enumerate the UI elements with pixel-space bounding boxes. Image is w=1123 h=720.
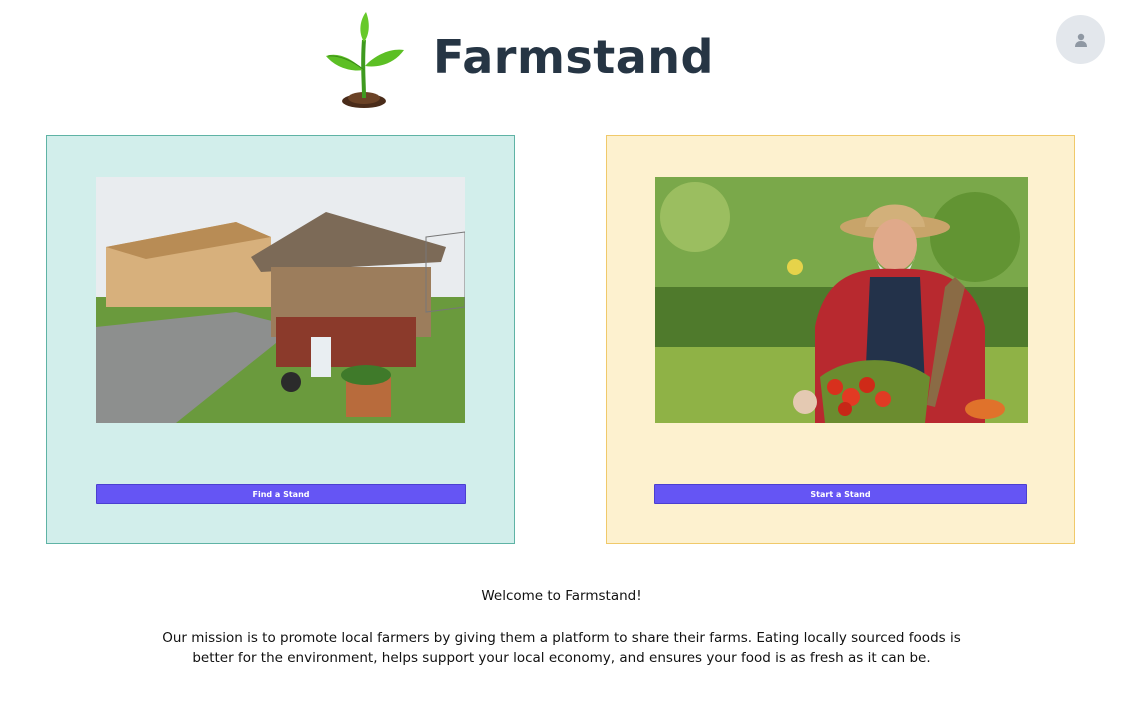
- farmer-with-vegetables-photo: [655, 177, 1028, 423]
- user-icon: [1074, 33, 1087, 47]
- start-a-stand-button[interactable]: Start a Stand: [654, 484, 1027, 504]
- sprout-logo-icon: [322, 10, 408, 110]
- find-stand-card: Find a Stand: [46, 135, 515, 544]
- header: Farmstand: [0, 0, 1123, 120]
- find-a-stand-button[interactable]: Find a Stand: [96, 484, 466, 504]
- user-avatar-button[interactable]: [1056, 15, 1105, 64]
- mission-statement: Our mission is to promote local farmers …: [162, 630, 961, 666]
- roadside-farm-stand-photo: [96, 177, 465, 423]
- start-stand-card: Start a Stand: [606, 135, 1075, 544]
- page-title: Farmstand: [433, 30, 714, 84]
- welcome-heading: Welcome to Farmstand!: [481, 588, 642, 604]
